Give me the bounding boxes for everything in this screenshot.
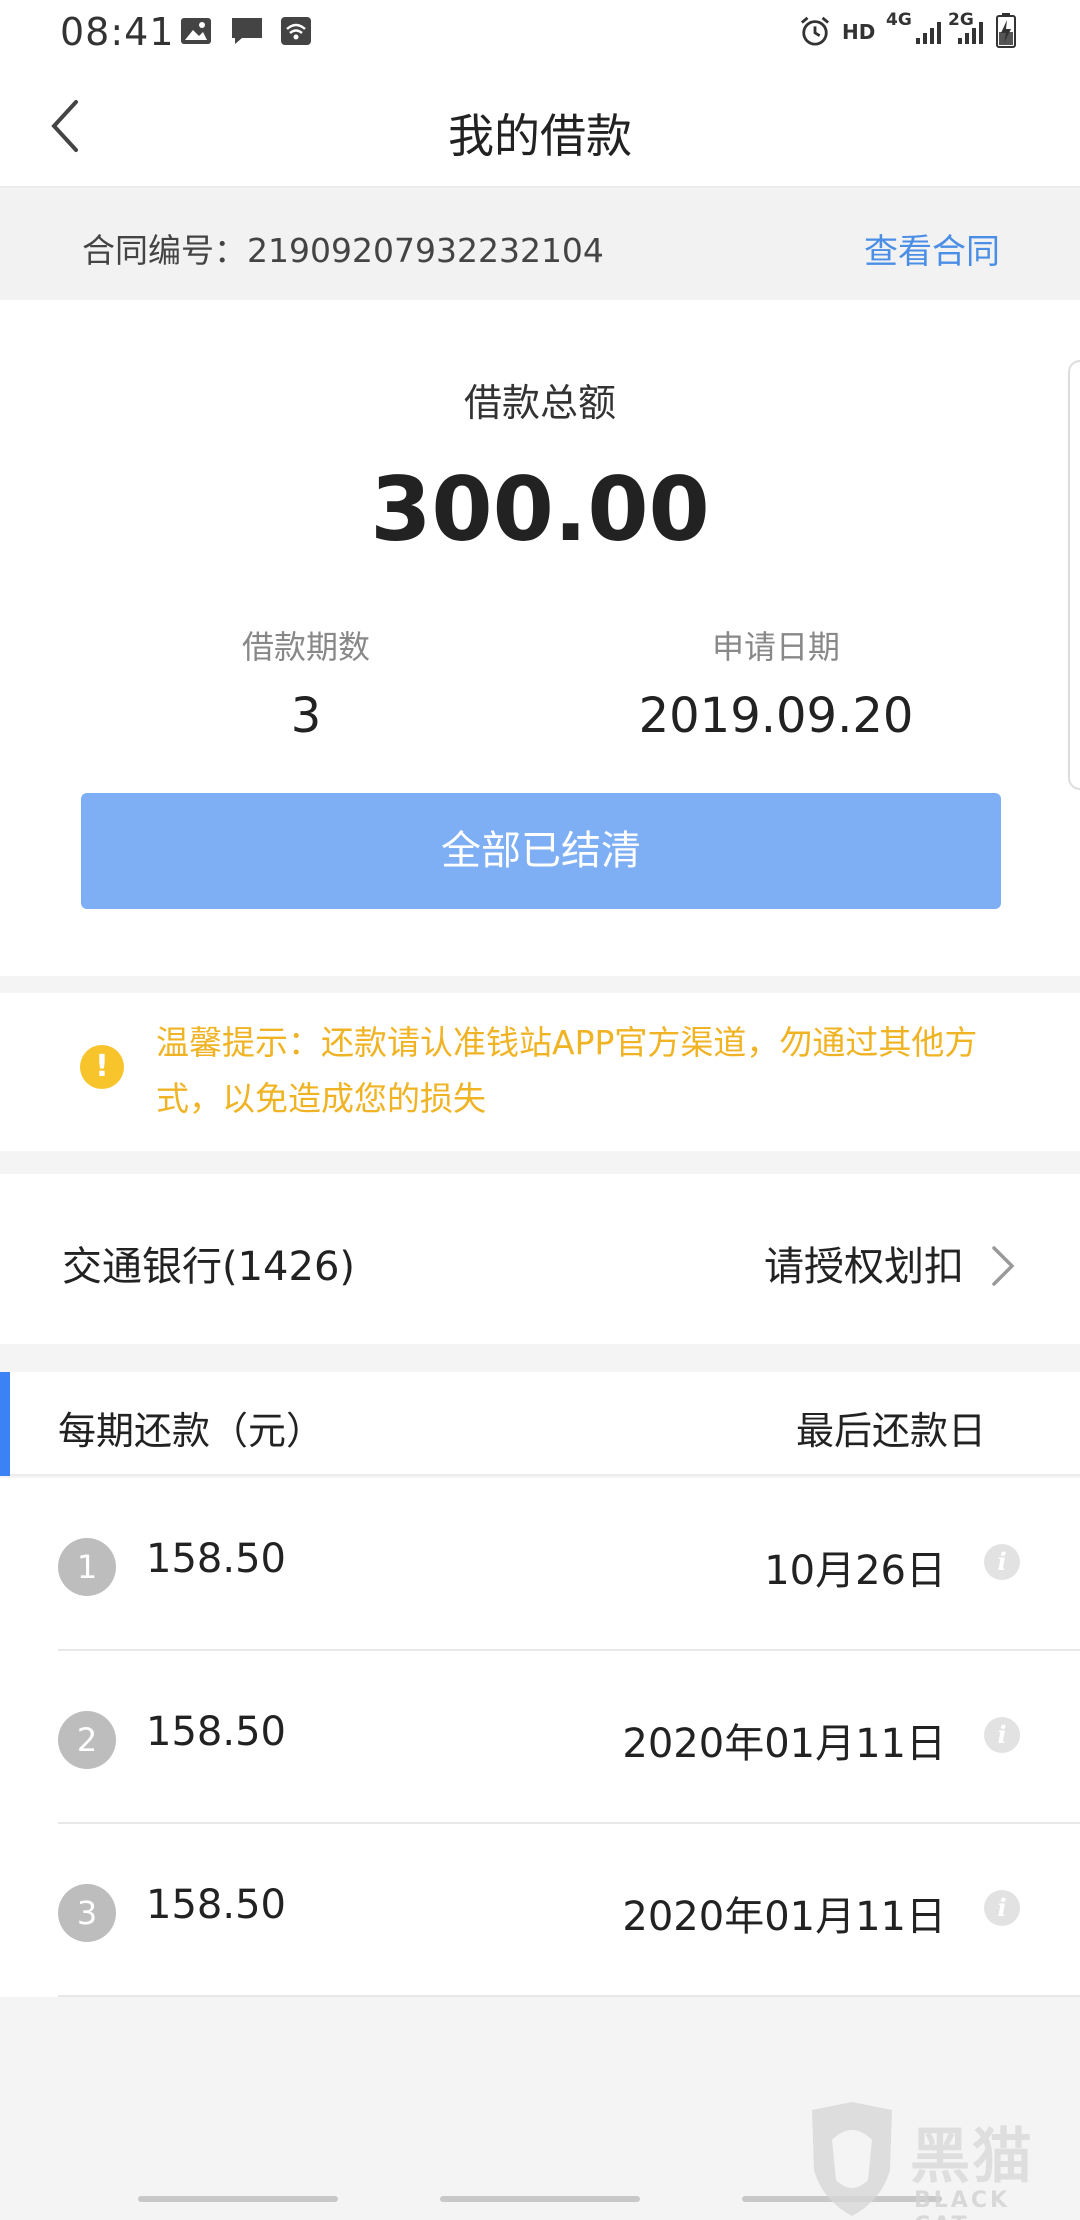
4g-label: 4G [886,10,912,30]
wifi-notification-icon [281,17,311,45]
installment-due-date: 2020年01月11日 [622,1894,946,1940]
gesture-indicator-home[interactable] [440,2196,640,2202]
bank-name: 交通银行(1426) [62,1244,356,1290]
accent-bar [0,1372,10,1476]
status-bar: 08:41 HD 4G 2G [0,0,1080,64]
periods-stat: 借款期数 3 [106,622,506,744]
installment-amount: 158.50 [146,1709,286,1755]
watermark-text: 黑猫 [910,2122,1034,2192]
message-notification-icon [232,18,262,44]
warm-tip-notice: ! 温馨提示：还款请认准钱站APP官方渠道，勿通过其他方式，以免造成您的损失 [0,993,1080,1151]
watermark-subtext: BLACK CAT [914,2188,1011,2220]
loan-summary-card: 借款总额 300.00 借款期数 3 申请日期 2019.09.20 全部已结清 [0,300,1080,976]
nav-bar: 我的借款 [0,64,1080,188]
bank-card-row[interactable]: 交通银行(1426) 请授权划扣 [0,1174,1080,1344]
page-title: 我的借款 [448,109,632,163]
status-time: 08:41 [60,10,175,54]
total-amount-label: 借款总额 [463,381,616,425]
installment-amount: 158.50 [146,1536,286,1582]
apply-date-value: 2019.09.20 [638,688,914,744]
installment-amount: 158.50 [146,1882,286,1928]
total-amount-value: 300.00 [370,458,710,561]
installment-due-date: 2020年01月11日 [622,1721,946,1767]
installment-due-date: 10月26日 [764,1548,946,1594]
apply-date-label: 申请日期 [711,628,840,666]
alarm-icon [800,16,830,46]
image-notification-icon [181,18,211,44]
installment-column-header: 每期还款（元） [58,1409,325,1453]
installment-row: 1 158.50 10月26日 i [0,1478,1080,1651]
contract-number: 合同编号：21909207932232104 [82,231,604,270]
installment-number: 3 [58,1884,116,1942]
signal-2g-icon [958,22,983,44]
hd-label: HD [842,20,876,44]
apply-date-stat: 申请日期 2019.09.20 [576,622,976,744]
installment-row: 2 158.50 2020年01月11日 i [0,1651,1080,1824]
contract-row: 合同编号：21909207932232104 查看合同 [0,190,1080,300]
gesture-indicator-left[interactable] [138,2196,338,2202]
all-settled-button[interactable]: 全部已结清 [81,793,1001,909]
installment-number: 1 [58,1538,116,1596]
periods-label: 借款期数 [241,628,370,666]
notice-text: 温馨提示：还款请认准钱站APP官方渠道，勿通过其他方式，以免造成您的损失 [156,1023,978,1118]
black-cat-watermark: 黑猫 BLACK CAT [802,2100,1072,2220]
info-icon[interactable]: i [984,1544,1020,1580]
installment-number: 2 [58,1711,116,1769]
periods-value: 3 [290,688,322,744]
shield-logo-icon [812,2102,892,2216]
battery-charging-icon [996,13,1016,48]
edge-panel-handle[interactable] [1068,360,1080,790]
installment-row: 3 158.50 2020年01月11日 i [0,1824,1080,1997]
warning-icon: ! [80,1045,124,1089]
installment-list: 1 158.50 10月26日 i 2 158.50 2020年01月11日 i… [0,1478,1080,1997]
info-icon[interactable]: i [984,1717,1020,1753]
schedule-header: 每期还款（元） 最后还款日 [0,1372,1080,1476]
signal-4g-icon [916,22,941,44]
view-contract-link[interactable]: 查看合同 [864,224,1000,273]
info-icon[interactable]: i [984,1890,1020,1926]
chevron-right-icon [992,1246,1015,1286]
due-date-column-header: 最后还款日 [795,1409,986,1453]
authorize-deduction-link[interactable]: 请授权划扣 [764,1234,964,1292]
